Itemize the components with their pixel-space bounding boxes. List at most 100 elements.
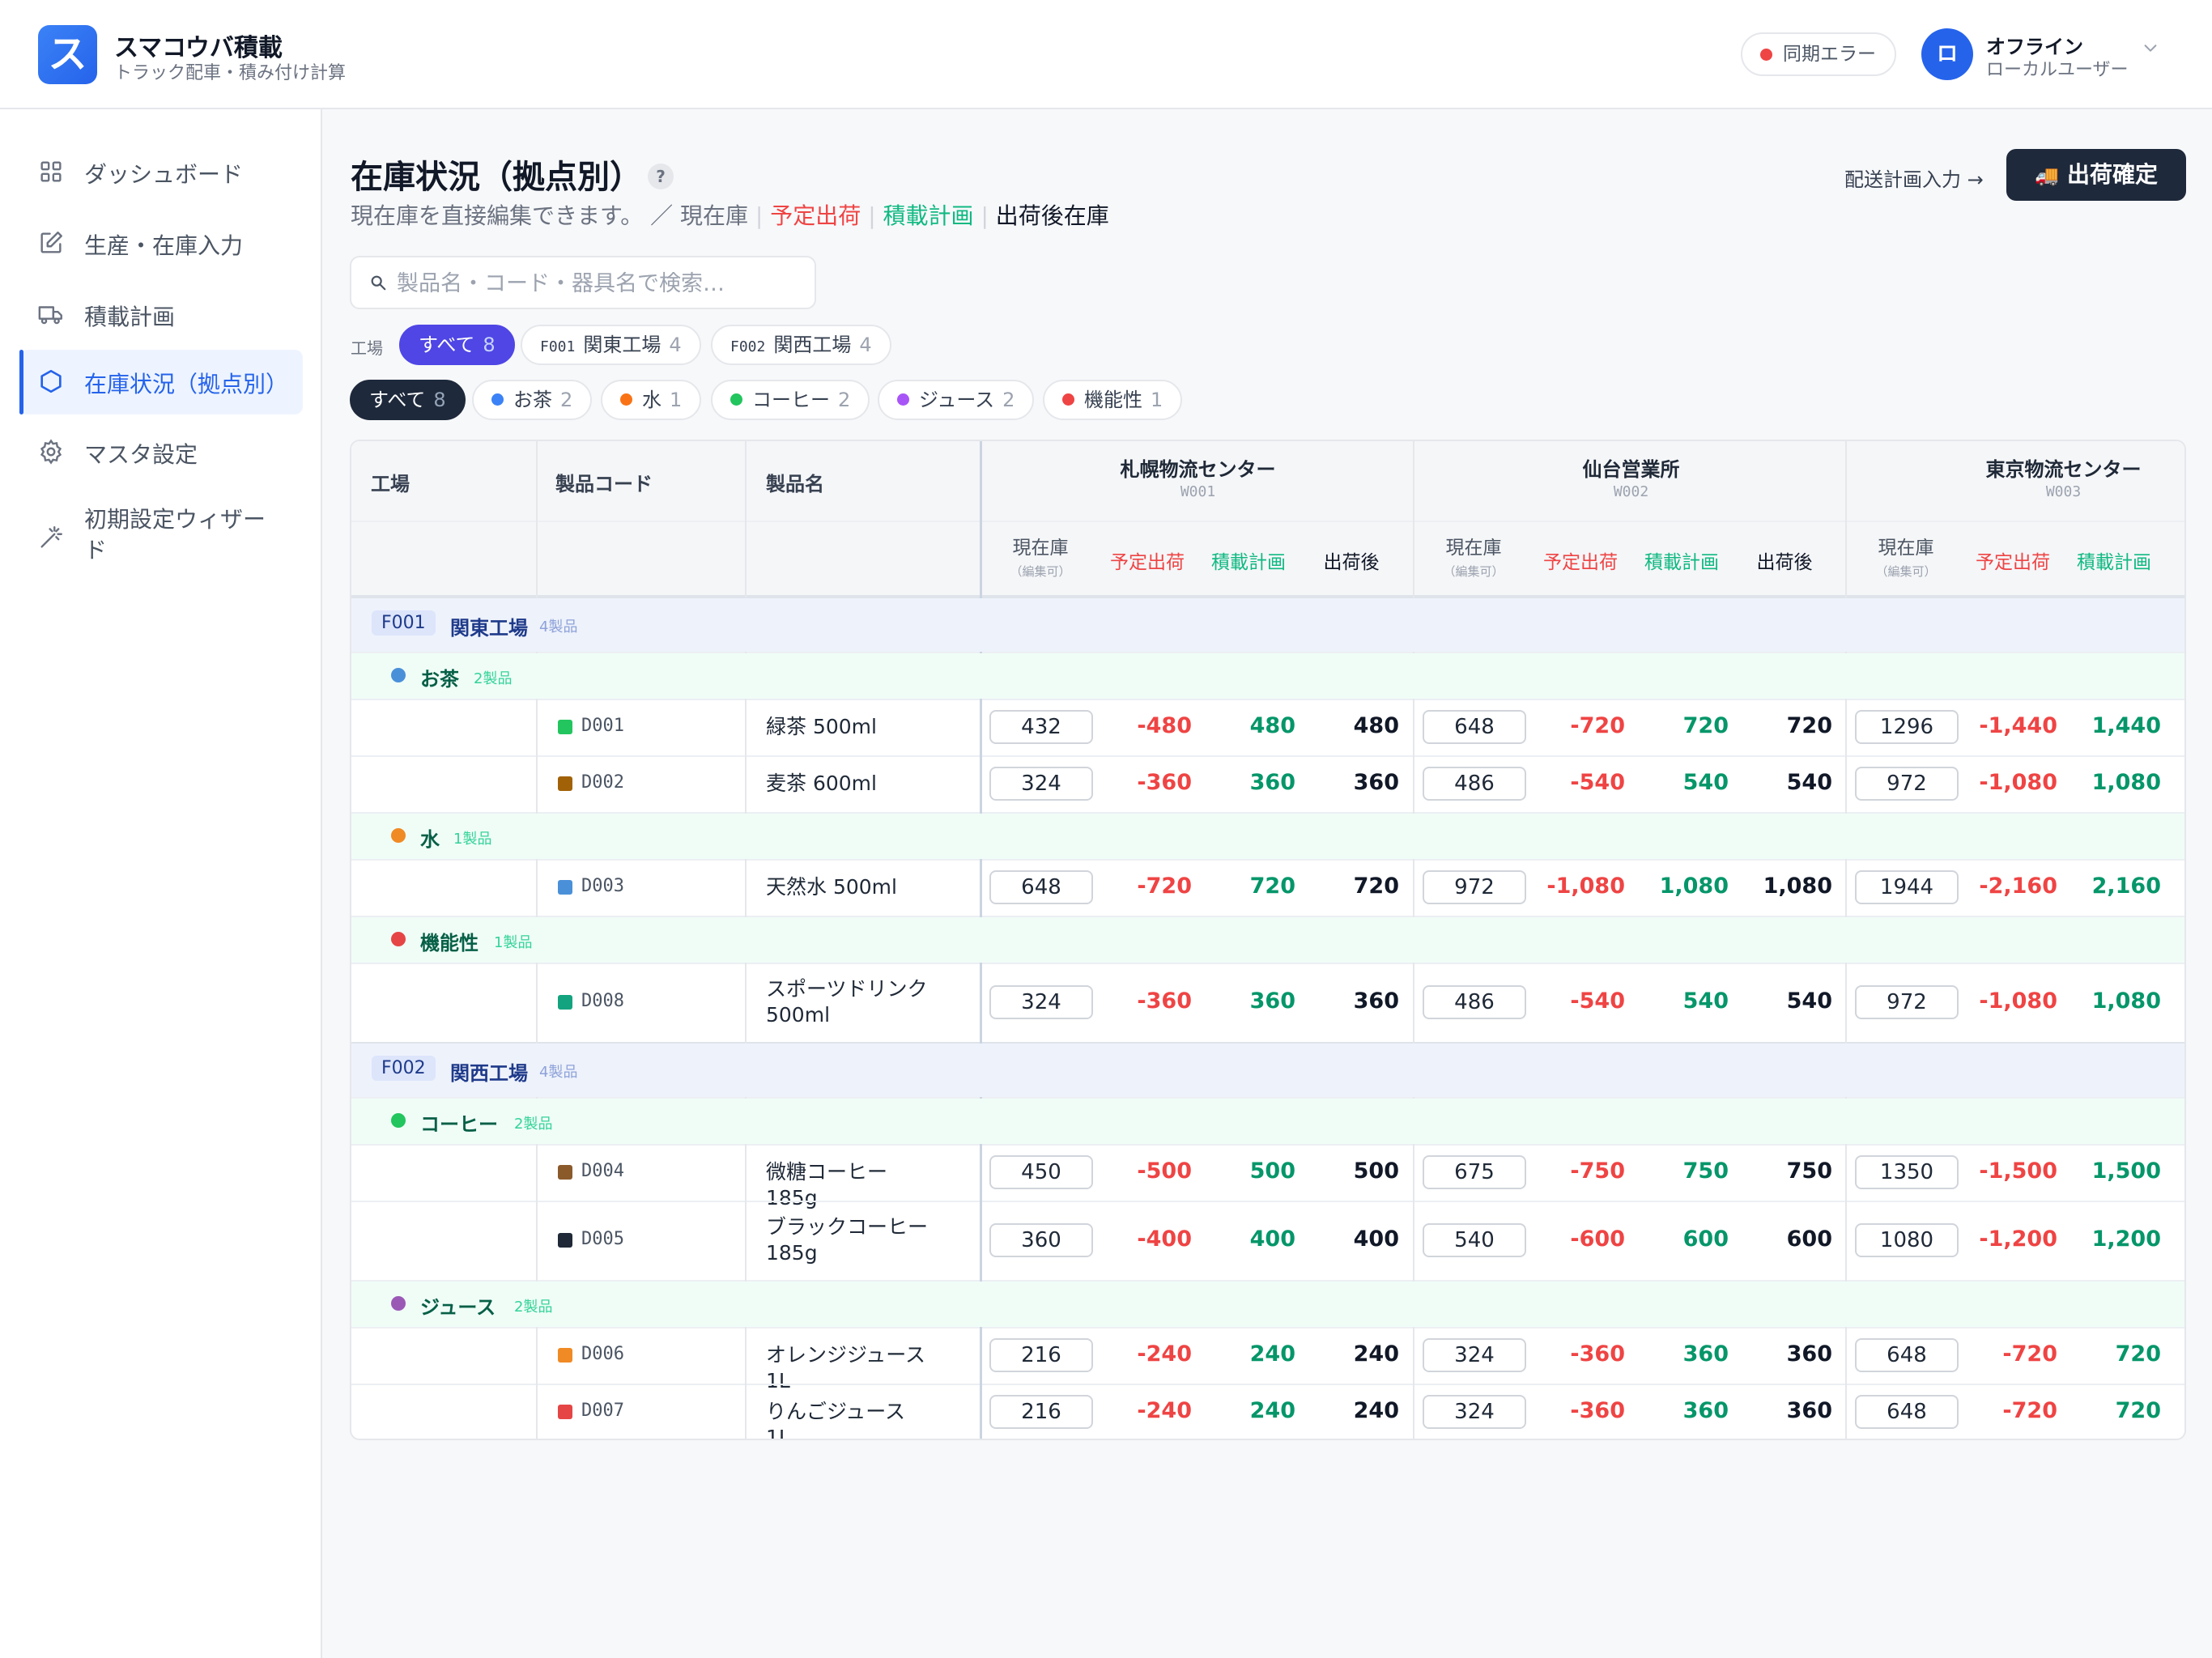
planned-shipment-value: -600 [1570,1226,1625,1252]
stock-input[interactable] [1423,1338,1526,1372]
search-input[interactable] [397,267,802,300]
factory-filter-label: 工場 [351,338,383,358]
help-icon[interactable]: ? [648,164,674,189]
category-name: お茶 [420,668,459,691]
category-dot-icon [1062,393,1074,406]
warehouse-name: 仙台営業所 [1582,458,1680,481]
sidebar-item-master-settings[interactable]: マスタ設定 [19,420,303,485]
stock-input[interactable] [989,985,1093,1019]
product-code: D002 [581,772,624,793]
stock-input[interactable] [1423,985,1526,1019]
sidebar-item-dashboard[interactable]: ダッシュボード [19,140,303,205]
stock-input[interactable] [989,870,1093,904]
loading-plan-value: 720 [1682,713,1729,738]
category-filter-chip[interactable]: コーヒー 2 [711,380,870,420]
gear-icon [37,438,65,466]
category-filter-chip[interactable]: お茶 2 [472,380,593,420]
category-filter-chip[interactable]: 水1 [601,380,702,420]
category-dot-icon [620,393,632,406]
stock-input[interactable] [989,1223,1093,1257]
category-filter-chip[interactable]: 機能性 1 [1043,380,1183,420]
after-shipment-value: 240 [1353,1398,1399,1423]
sidebar-item-inventory-status[interactable]: 在庫状況（拠点別） [19,350,303,414]
planned-shipment-value: -240 [1137,1341,1192,1367]
sidebar-item-label: ダッシュボード [84,161,244,188]
loading-plan-value: 720 [2115,1341,2161,1367]
chip-count: 2 [560,389,573,411]
factory-filter-chip[interactable]: F002 関西工場 4 [711,325,891,365]
loading-plan-value: 240 [1249,1341,1295,1367]
stock-input[interactable] [1855,710,1959,744]
stock-input[interactable] [989,710,1093,744]
stock-input[interactable] [1855,985,1959,1019]
stock-input[interactable] [1855,870,1959,904]
subtitle-separator: | [981,202,989,229]
group-row-cover [351,917,2184,963]
after-shipment-value: 720 [1786,713,1832,738]
dashboard-grid-icon [37,158,65,185]
chip-count: 4 [859,334,872,356]
sidebar-item-production-input[interactable]: 生産・在庫入力 [19,211,303,276]
subtitle-planned: 予定出荷 [770,202,861,229]
column-header-product-code: 製品コード [555,473,653,495]
warehouse-code: W003 [2045,483,2082,500]
planned-shipment-value: -750 [1570,1158,1625,1184]
stock-input[interactable] [989,1155,1093,1189]
stock-input[interactable] [1423,767,1526,801]
stock-input[interactable] [1423,710,1526,744]
wand-icon [37,524,65,551]
stock-input[interactable] [989,1395,1093,1429]
planned-shipment-value: -540 [1570,988,1625,1014]
sidebar-item-label: マスタ設定 [84,441,198,468]
delivery-plan-link[interactable]: 配送計画入力 → [1844,164,1984,192]
stock-input[interactable] [1855,767,1959,801]
subheader-stock-note: （編集可） [1875,564,1937,579]
group-row-cover [351,653,2184,699]
chevron-down-icon[interactable] [2142,39,2159,62]
confirm-shipment-label: 出荷確定 [2066,161,2158,188]
chip-label: 関西工場 [773,334,852,356]
chip-code: F001 [540,338,576,355]
sidebar-item-loading-plan[interactable]: 積載計画 [19,283,303,347]
stock-input[interactable] [1855,1395,1959,1429]
stock-input[interactable] [1423,1223,1526,1257]
truck-icon [37,300,65,328]
category-filter-chip[interactable]: ジュース 2 [878,380,1035,420]
group-row-cover [351,1099,2184,1144]
stock-input[interactable] [989,1338,1093,1372]
product-color-swatch [558,1233,572,1248]
planned-shipment-value: -720 [1137,874,1192,899]
product-name: 麦茶 600ml [766,772,877,795]
stock-input[interactable] [989,767,1093,801]
stock-input[interactable] [1423,1395,1526,1429]
sidebar-item-label: 生産・在庫入力 [84,232,244,259]
loading-plan-value: 1,440 [2091,713,2161,738]
sync-status-badge[interactable]: 同期エラー [1741,32,1896,76]
loading-plan-value: 540 [1682,770,1729,795]
factory-filter-chip[interactable]: F001 関東工場 4 [521,325,701,365]
loading-plan-value: 600 [1682,1226,1729,1252]
loading-plan-value: 1,080 [2091,988,2161,1014]
product-color-swatch [558,1405,572,1419]
planned-shipment-value: -360 [1570,1341,1625,1367]
after-shipment-value: 600 [1786,1226,1832,1252]
category-name: 機能性 [420,932,479,954]
planned-shipment-value: -500 [1137,1158,1192,1184]
confirm-shipment-button[interactable]: 🚚 出荷確定 [2006,149,2186,201]
app-logo-icon[interactable]: ス [38,25,97,84]
category-dot-icon [391,1296,406,1311]
category-filter-chip[interactable]: すべて 8 [350,380,466,420]
user-avatar[interactable]: ロ [1921,28,1973,80]
chip-count: 1 [670,389,683,411]
stock-input[interactable] [1423,1155,1526,1189]
subheader-planned-shipment: 予定出荷 [1543,552,1618,573]
stock-input[interactable] [1423,870,1526,904]
sidebar-item-setup-wizard[interactable]: 初期設定ウィザード [19,500,303,564]
factory-filter-chip[interactable]: すべて 8 [399,325,515,365]
planned-shipment-value: -540 [1570,770,1625,795]
planned-shipment-value: -360 [1570,1398,1625,1423]
loading-plan-value: 400 [1249,1226,1295,1252]
stock-input[interactable] [1855,1223,1959,1257]
stock-input[interactable] [1855,1155,1959,1189]
stock-input[interactable] [1855,1338,1959,1372]
